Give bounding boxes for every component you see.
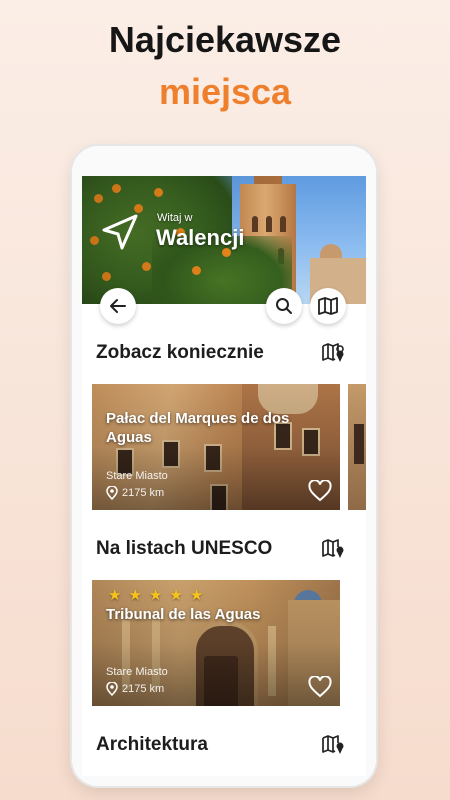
star-icon: ★ (148, 587, 163, 604)
card-distance-text: 2175 km (122, 683, 165, 695)
city-name: Walencji (156, 225, 245, 250)
welcome-text: Witaj w (157, 212, 193, 224)
card-title: Pałac del Marques de dos Aguas (106, 410, 290, 446)
search-icon (276, 298, 292, 314)
card-distance: 2175 km (106, 682, 164, 696)
card-title: Tribunal de las Aguas (106, 606, 261, 623)
star-icon: ★ (108, 587, 122, 604)
map-icon (318, 297, 338, 315)
map-pin-icon[interactable] (322, 734, 346, 756)
next-card-peek[interactable] (348, 384, 366, 510)
back-button[interactable] (100, 288, 136, 324)
section-title-must-see: Zobacz koniecznie (96, 342, 264, 363)
location-pin-icon (106, 486, 118, 500)
card-distance-text: 2175 km (122, 487, 165, 499)
attraction-card[interactable]: Pałac del Marques de dos Aguas Stare Mia… (92, 384, 340, 510)
section-title-unesco: Na listach UNESCO (96, 538, 273, 559)
back-arrow-icon (110, 299, 126, 313)
favorite-heart-icon[interactable] (308, 480, 332, 502)
attraction-card[interactable]: ★ ★ ★ ★ ★ Tribunal de las Aguas Stare Mi… (92, 580, 340, 706)
promo-title-line2: miejsca (158, 71, 292, 112)
phone-frame: Witaj w Walencji Zobacz koniecznie Pałac… (72, 146, 376, 786)
app-screen: Witaj w Walencji Zobacz koniecznie Pałac… (82, 176, 366, 776)
navigation-arrow-icon (102, 214, 138, 250)
star-icon: ★ (169, 587, 183, 604)
card-area: Stare Miasto (106, 666, 168, 678)
city-header-image: Witaj w Walencji (82, 176, 366, 304)
favorite-heart-icon[interactable] (308, 676, 332, 698)
location-pin-icon (106, 682, 118, 696)
star-icon: ★ (189, 587, 204, 604)
map-pin-icon[interactable] (322, 538, 346, 560)
card-distance: 2175 km (106, 486, 164, 500)
star-icon: ★ (128, 587, 142, 604)
search-button[interactable] (266, 288, 302, 324)
rating-stars: ★ ★ ★ ★ ★ (108, 588, 203, 603)
card-area: Stare Miasto (106, 470, 168, 482)
map-button[interactable] (310, 288, 346, 324)
section-title-architecture: Architektura (96, 734, 208, 755)
map-pin-icon[interactable] (322, 342, 346, 364)
promo-title-line1: Najciekawsze (108, 19, 342, 60)
